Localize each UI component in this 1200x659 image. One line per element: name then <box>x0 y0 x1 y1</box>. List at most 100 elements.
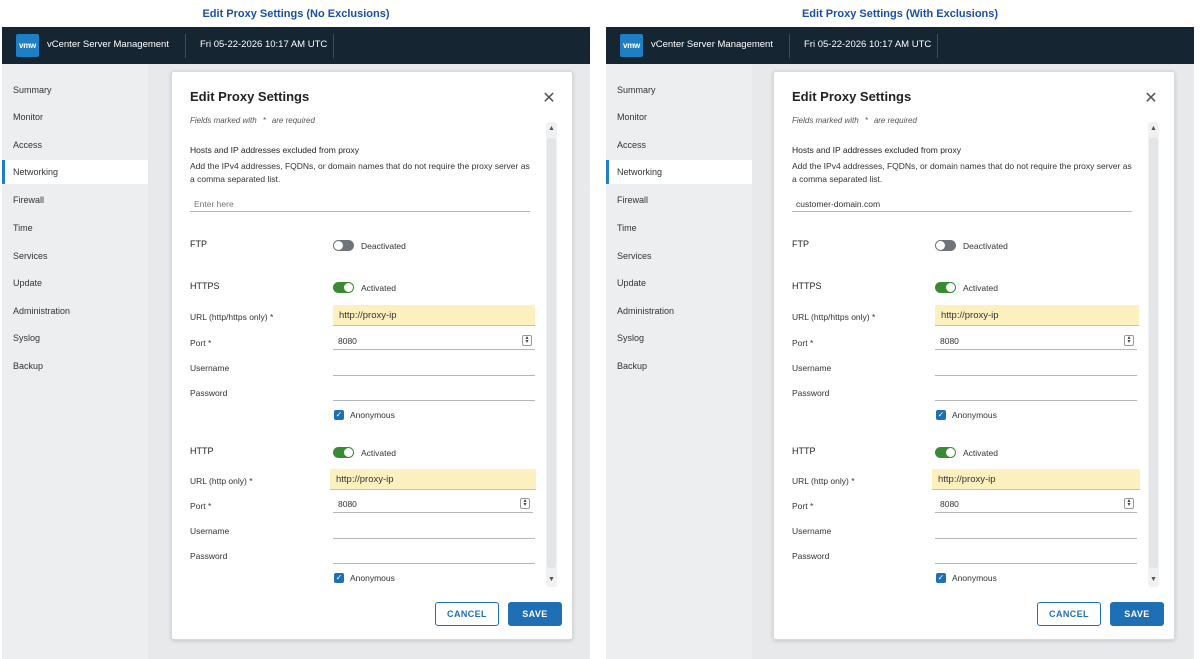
http-state: Activated <box>963 448 998 458</box>
http-state: Activated <box>361 448 396 458</box>
sidebar-item-administration[interactable]: Administration <box>2 299 148 323</box>
https-port-label: Port * <box>792 338 814 348</box>
http-username-input[interactable] <box>935 523 1137 539</box>
sidebar-item-summary[interactable]: Summary <box>2 78 148 102</box>
scroll-thumb[interactable] <box>547 138 556 568</box>
sidebar-item-access[interactable]: Access <box>606 133 752 157</box>
ftp-toggle[interactable] <box>935 240 956 251</box>
https-toggle[interactable] <box>935 282 956 293</box>
vmw-logo: vmw <box>620 34 643 57</box>
https-url-label: URL (http/https only) * <box>792 312 876 322</box>
https-url-input[interactable]: http://proxy-ip <box>935 305 1139 326</box>
https-state: Activated <box>361 283 396 293</box>
sidebar-item-services[interactable]: Services <box>606 244 752 268</box>
dialog-scrollbar[interactable]: ▲ ▼ <box>546 122 557 587</box>
ftp-state: Deactivated <box>963 241 1008 251</box>
https-password-input[interactable] <box>333 385 535 401</box>
https-anonymous-checkbox[interactable]: ✓ <box>334 410 344 420</box>
sidebar-item-services[interactable]: Services <box>2 244 148 268</box>
http-url-input[interactable]: http://proxy-ip <box>932 469 1140 490</box>
exclusions-input[interactable] <box>792 196 1132 212</box>
sidebar-item-syslog[interactable]: Syslog <box>2 326 148 350</box>
close-icon[interactable]: ✕ <box>1144 91 1158 107</box>
edit-proxy-dialog: Edit Proxy Settings ✕ Fields marked with… <box>171 71 573 640</box>
scroll-up-icon[interactable]: ▲ <box>1148 124 1159 134</box>
vmw-logo: vmw <box>16 34 39 57</box>
sidebar-item-access[interactable]: Access <box>2 133 148 157</box>
ftp-state: Deactivated <box>361 241 406 251</box>
port-spinner-icon[interactable]: ▴ ▾ <box>1124 335 1134 346</box>
http-anonymous-checkbox[interactable]: ✓ <box>334 573 344 583</box>
https-password-input[interactable] <box>935 385 1137 401</box>
sidebar-item-networking[interactable]: Networking <box>2 160 148 184</box>
https-username-input[interactable] <box>333 360 535 376</box>
http-password-input[interactable] <box>935 548 1137 564</box>
cancel-button[interactable]: CANCEL <box>435 602 499 626</box>
sidebar-item-time[interactable]: Time <box>606 216 752 240</box>
required-note: Fields marked with * are required <box>792 116 917 125</box>
sidebar-item-administration[interactable]: Administration <box>606 299 752 323</box>
sidebar-item-backup[interactable]: Backup <box>2 354 148 378</box>
https-url-input[interactable]: http://proxy-ip <box>333 305 535 326</box>
scroll-down-icon[interactable]: ▼ <box>1148 575 1159 585</box>
http-anonymous-checkbox[interactable]: ✓ <box>936 573 946 583</box>
exclusions-help: Add the IPv4 addresses, FQDNs, or domain… <box>190 161 530 184</box>
caption-right: Edit Proxy Settings (With Exclusions) <box>801 8 999 20</box>
sidebar-item-monitor[interactable]: Monitor <box>2 105 148 129</box>
sidebar-item-update[interactable]: Update <box>2 271 148 295</box>
save-button[interactable]: SAVE <box>1110 602 1164 626</box>
http-url-input[interactable]: http://proxy-ip <box>330 469 536 490</box>
dialog-scrollbar[interactable]: ▲ ▼ <box>1148 122 1159 587</box>
sidebar-item-firewall[interactable]: Firewall <box>606 188 752 212</box>
http-username-input[interactable] <box>333 523 535 539</box>
http-port-input[interactable]: 8080 ▴ ▾ <box>935 497 1137 513</box>
ftp-toggle[interactable] <box>333 240 354 251</box>
https-toggle[interactable] <box>333 282 354 293</box>
scroll-thumb[interactable] <box>1149 138 1158 568</box>
scroll-up-icon[interactable]: ▲ <box>546 124 557 134</box>
sidebar-item-syslog[interactable]: Syslog <box>606 326 752 350</box>
http-toggle[interactable] <box>935 447 956 458</box>
datetime: Fri 05-22-2026 10:17 AM UTC <box>804 39 932 50</box>
sidebar-item-firewall[interactable]: Firewall <box>2 188 148 212</box>
close-icon[interactable]: ✕ <box>542 91 556 107</box>
sidebar-item-summary[interactable]: Summary <box>606 78 752 102</box>
https-username-label: Username <box>190 363 230 373</box>
https-password-label: Password <box>190 388 228 398</box>
divider <box>333 34 334 58</box>
http-username-label: Username <box>190 526 230 536</box>
http-port-input[interactable]: 8080 ▴ ▾ <box>333 497 533 513</box>
port-spinner-icon[interactable]: ▴ ▾ <box>520 498 530 509</box>
https-label: HTTPS <box>190 281 220 291</box>
sidebar-item-time[interactable]: Time <box>2 216 148 240</box>
https-port-input[interactable]: 8080 ▴ ▾ <box>333 334 535 350</box>
https-label: HTTPS <box>792 281 822 291</box>
port-spinner-icon[interactable]: ▴ ▾ <box>522 335 532 346</box>
http-toggle[interactable] <box>333 447 354 458</box>
http-password-input[interactable] <box>333 548 535 564</box>
save-button[interactable]: SAVE <box>508 602 562 626</box>
http-label: HTTP <box>190 446 214 456</box>
sidebar-item-backup[interactable]: Backup <box>606 354 752 378</box>
sidebar: Summary Monitor Access Networking Firewa… <box>2 64 148 659</box>
https-anonymous-checkbox[interactable]: ✓ <box>936 410 946 420</box>
panel-no-exclusions: vmw vCenter Server Management Fri 05-22-… <box>2 27 590 659</box>
http-password-label: Password <box>792 551 830 561</box>
sidebar-item-networking[interactable]: Networking <box>606 160 752 184</box>
sidebar: Summary Monitor Access Networking Firewa… <box>606 64 752 659</box>
app-title: vCenter Server Management <box>651 39 773 50</box>
cancel-button[interactable]: CANCEL <box>1037 602 1101 626</box>
scroll-down-icon[interactable]: ▼ <box>546 575 557 585</box>
sidebar-item-update[interactable]: Update <box>606 271 752 295</box>
port-spinner-icon[interactable]: ▴ ▾ <box>1124 498 1134 509</box>
divider <box>937 34 938 58</box>
https-username-input[interactable] <box>935 360 1137 376</box>
divider <box>789 34 790 58</box>
sidebar-item-monitor[interactable]: Monitor <box>606 105 752 129</box>
http-anonymous-label: Anonymous <box>952 573 997 583</box>
edit-proxy-dialog: Edit Proxy Settings ✕ Fields marked with… <box>773 71 1175 640</box>
https-port-input[interactable]: 8080 ▴ ▾ <box>935 334 1137 350</box>
http-anonymous-label: Anonymous <box>350 573 395 583</box>
http-label: HTTP <box>792 446 816 456</box>
exclusions-input[interactable] <box>190 196 530 212</box>
